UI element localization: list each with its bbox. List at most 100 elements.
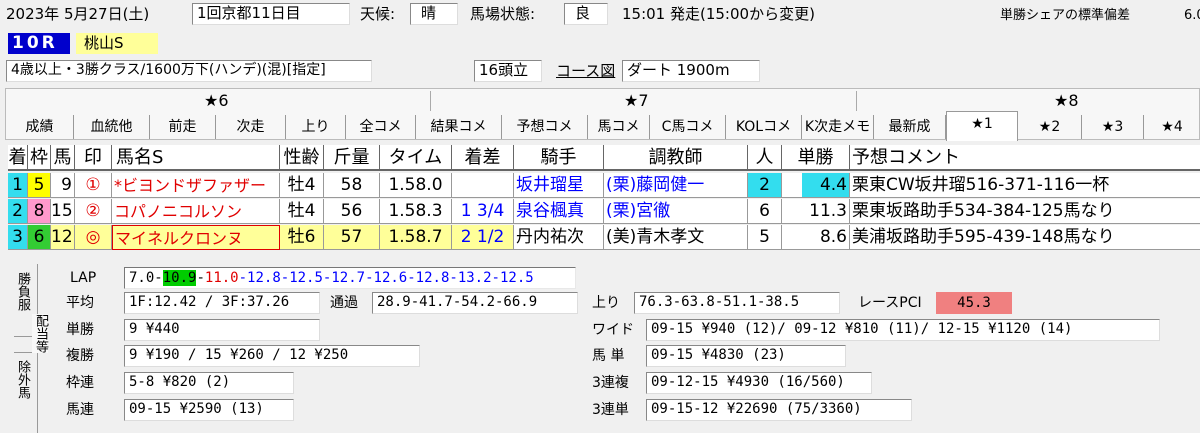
tab-seiseki[interactable]: 成績 xyxy=(6,115,74,139)
tab-prediction-comments[interactable]: 予想コメ xyxy=(502,115,588,139)
race-name: 桃山S xyxy=(76,33,158,54)
tab-group-divider xyxy=(430,91,431,111)
quinella-label: 馬連 xyxy=(66,402,94,418)
lap-1-fast: 10.9 xyxy=(162,270,197,286)
tab-kol-comments[interactable]: KOLコメ xyxy=(726,115,802,139)
column-header-horse-name[interactable]: 馬名S xyxy=(112,145,280,171)
row3-trainer[interactable]: (美)青木孝文 xyxy=(604,225,748,250)
row2-number: 15 xyxy=(51,199,75,224)
row2-margin: 1 3/4 xyxy=(452,199,514,224)
row2-comment[interactable]: 栗東坂路助手534-384-125馬なり xyxy=(850,199,1200,224)
tab-zensou[interactable]: 前走 xyxy=(150,115,216,139)
side-tab-payouts[interactable]: 配当等 xyxy=(32,314,48,353)
last-field: 76.3-63.8-51.1-38.5 xyxy=(634,292,840,314)
lap-sep: - xyxy=(238,270,248,286)
tab-star-1[interactable]: ★1 xyxy=(946,111,1018,141)
row3-mark[interactable]: ◎ xyxy=(75,225,112,250)
field-size: 16頭立 xyxy=(474,60,542,82)
place-field: 9 ¥190 / 15 ¥260 / 12 ¥250 xyxy=(124,345,420,367)
lap-sep: - xyxy=(407,270,416,286)
column-header-number[interactable]: 馬 xyxy=(51,145,75,171)
tab-c-horse-comments[interactable]: C馬コメ xyxy=(650,115,726,139)
row1-trainer[interactable]: (栗)藤岡健一 xyxy=(604,173,748,198)
column-header-popularity[interactable]: 人 xyxy=(748,145,782,171)
row2-trainer[interactable]: (栗)宮徹 xyxy=(604,199,748,224)
exacta-field: 09-15 ¥4830 (23) xyxy=(646,345,846,367)
row1-sex-age: 牡4 xyxy=(280,173,324,198)
tab-group-divider xyxy=(856,91,857,111)
row2-horse-name[interactable]: コパノニコルソン xyxy=(112,199,280,224)
lap-sep: - xyxy=(365,270,374,286)
trifecta-label: 3連単 xyxy=(592,402,629,418)
lap-sep: - xyxy=(196,270,205,286)
row1-mark[interactable]: ① xyxy=(75,173,112,198)
row1-comment[interactable]: 栗東CW坂井瑠516-371-116一杯 xyxy=(850,173,1200,198)
tab-bar: ★6 ★7 ★8 成績 血統他 前走 次走 上り 全コメ 結果コメ 予想コメ 馬… xyxy=(5,88,1200,141)
column-header-trainer[interactable]: 調教師 xyxy=(604,145,748,171)
tab-star-2[interactable]: ★2 xyxy=(1018,115,1082,139)
row3-horse-name[interactable]: マイネルクロンヌ xyxy=(112,225,280,250)
row3-sex-age: 牡6 xyxy=(280,225,324,250)
column-header-sex-age[interactable]: 性齢 xyxy=(280,145,324,171)
side-tab-divider xyxy=(14,352,32,353)
column-header-mark[interactable]: 印 xyxy=(75,145,112,171)
stddev-label: 単勝シェアの標準偏差 xyxy=(1000,8,1131,23)
row3-number: 12 xyxy=(51,225,75,250)
row3-popularity: 5 xyxy=(748,225,782,250)
column-header-rank[interactable]: 着 xyxy=(8,145,28,171)
column-header-weight[interactable]: 斤量 xyxy=(324,145,380,171)
tab-k-next-memo[interactable]: K次走メモ xyxy=(802,115,874,139)
tab-agari[interactable]: 上り xyxy=(286,115,346,139)
column-header-time[interactable]: タイム xyxy=(380,145,452,171)
column-header-comment[interactable]: 予想コメント xyxy=(850,145,1200,171)
star-group-8: ★8 xyxy=(1054,91,1079,110)
weather-field: 晴 xyxy=(410,3,458,25)
row3-jockey[interactable]: 丹内祐次 xyxy=(514,225,604,250)
column-header-jockey[interactable]: 騎手 xyxy=(514,145,604,171)
lap-7: 12.8 xyxy=(415,270,450,286)
weather-label: 天候: xyxy=(360,5,396,23)
meeting-field: 1回京都11日目 xyxy=(192,3,350,25)
tab-star-3[interactable]: ★3 xyxy=(1082,115,1144,139)
bracket-label: 枠連 xyxy=(66,375,94,391)
star-group-6: ★6 xyxy=(204,91,229,110)
column-header-waku[interactable]: 枠 xyxy=(28,145,51,171)
row1-horse-name[interactable]: *ビヨンドザファザー xyxy=(112,173,280,198)
row2-rank[interactable]: 2 xyxy=(8,199,28,224)
row3-comment[interactable]: 美浦坂路助手595-439-148馬なり xyxy=(850,225,1200,250)
row1-jockey[interactable]: 坂井瑠星 xyxy=(514,173,604,198)
tab-result-comments[interactable]: 結果コメ xyxy=(416,115,502,139)
row2-jockey[interactable]: 泉谷楓真 xyxy=(514,199,604,224)
column-header-odds[interactable]: 単勝 xyxy=(782,145,850,171)
lap-3: 12.8 xyxy=(247,270,281,286)
average-label: 平均 xyxy=(66,295,94,311)
lap-4: 12.5 xyxy=(289,270,323,286)
exacta-label: 馬 単 xyxy=(592,348,625,364)
row1-number: 9 xyxy=(51,173,75,198)
side-tab-silks[interactable]: 勝負服 xyxy=(14,272,30,311)
row2-time: 1.58.3 xyxy=(380,199,452,224)
lap-sep: - xyxy=(491,270,500,286)
course-field: ダート 1900m xyxy=(622,60,760,82)
lap-8: 13.2 xyxy=(457,270,492,286)
row1-margin xyxy=(452,173,514,198)
trio-field: 09-12-15 ¥4930 (16/560) xyxy=(646,372,872,394)
tab-kettou[interactable]: 血統他 xyxy=(74,115,150,139)
row2-popularity: 6 xyxy=(748,199,782,224)
wide-label: ワイド xyxy=(592,322,634,338)
row3-rank[interactable]: 3 xyxy=(8,225,28,250)
column-header-margin[interactable]: 着差 xyxy=(452,145,514,171)
row1-rank[interactable]: 1 xyxy=(8,173,28,198)
tab-jisou[interactable]: 次走 xyxy=(216,115,286,139)
row2-mark[interactable]: ② xyxy=(75,199,112,224)
race-number-badge: 10R xyxy=(8,33,70,54)
course-map-link[interactable]: コース図 xyxy=(556,61,615,81)
last-label: 上り xyxy=(592,295,620,311)
tab-latest-results[interactable]: 最新成 xyxy=(874,115,946,139)
tab-star-4[interactable]: ★4 xyxy=(1144,115,1200,139)
win-label: 単勝 xyxy=(66,322,94,338)
tab-horse-comments[interactable]: 馬コメ xyxy=(588,115,650,139)
side-tab-scratched[interactable]: 除外馬 xyxy=(14,360,30,399)
tab-all-comments[interactable]: 全コメ xyxy=(346,115,416,139)
side-tab-divider xyxy=(14,336,32,337)
